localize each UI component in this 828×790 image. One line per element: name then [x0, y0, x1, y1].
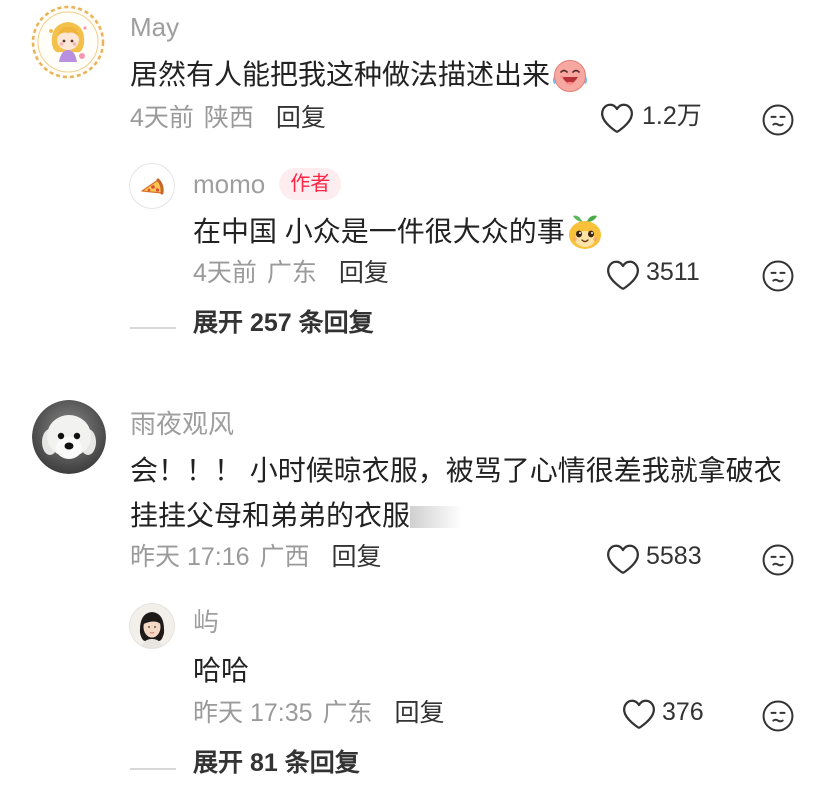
- cartoon-girl-avatar[interactable]: [30, 4, 106, 80]
- author-name[interactable]: May: [130, 12, 179, 42]
- heart-outline-icon[interactable]: [605, 542, 641, 576]
- comment-meta: 4天前 陕西 回复: [130, 103, 326, 133]
- heart-outline-icon[interactable]: [605, 258, 641, 292]
- author-name[interactable]: 屿: [193, 607, 219, 637]
- expand-replies-button[interactable]: 展开 257 条回复: [193, 308, 374, 338]
- heart-outline-icon[interactable]: [599, 101, 635, 135]
- thread-divider-line: [130, 327, 176, 329]
- text-fade-overlay: [410, 506, 463, 528]
- reply-location: 广东: [266, 259, 317, 287]
- like-count: 1.2万: [642, 102, 702, 130]
- reply-button[interactable]: 回复: [339, 258, 389, 288]
- thread-divider-line: [130, 768, 176, 770]
- reply-text-row: 在中国 小众是一件很大众的事: [193, 212, 604, 252]
- heart-outline-icon[interactable]: [621, 697, 657, 731]
- reply-time: 4天前: [193, 259, 257, 287]
- comment-text: 居然有人能把我这种做法描述出来: [130, 59, 551, 90]
- mango-face-emoji: [566, 213, 604, 251]
- author-name[interactable]: 雨夜观风: [130, 409, 234, 439]
- white-dog-avatar[interactable]: [32, 400, 106, 474]
- woman-portrait-avatar[interactable]: [129, 603, 175, 649]
- reply-meta: 4天前 广东 回复: [193, 258, 389, 288]
- neutral-face-icon[interactable]: [761, 699, 795, 733]
- like-count: 3511: [646, 258, 700, 286]
- crying-laughing-emoji: [551, 56, 589, 94]
- reply-location: 广东: [322, 699, 373, 727]
- like-count: 376: [662, 698, 704, 726]
- expand-replies-button[interactable]: 展开 81 条回复: [193, 748, 360, 778]
- reply-text-row: 哈哈: [193, 651, 249, 691]
- comment-section: May 居然有人能把我这种做法描述出来 4天前 陕西 回复 1.2万 momo …: [0, 0, 828, 790]
- reply-time: 昨天 17:35: [193, 699, 313, 727]
- author-badge: 作者: [279, 168, 342, 200]
- author-name[interactable]: momo: [193, 169, 265, 199]
- reply-meta: 昨天 17:35 广东 回复: [193, 698, 445, 728]
- comment-location: 陕西: [203, 104, 254, 132]
- reply-text: 在中国 小众是一件很大众的事: [193, 216, 565, 247]
- reply-button[interactable]: 回复: [395, 698, 445, 728]
- comment-meta: 昨天 17:16 广西 回复: [130, 542, 382, 572]
- comment-time: 昨天 17:16: [130, 543, 250, 571]
- neutral-face-icon[interactable]: [761, 259, 795, 293]
- comment-time: 4天前: [130, 104, 194, 132]
- neutral-face-icon[interactable]: [761, 543, 795, 577]
- comment-location: 广西: [259, 543, 310, 571]
- comment-text-row: 居然有人能把我这种做法描述出来: [130, 55, 589, 95]
- like-count: 5583: [646, 542, 702, 570]
- comment-text-block: 会！！！ 小时候晾衣服，被骂了心情很差我就拿破衣挂挂父母和弟弟的衣服: [130, 448, 796, 538]
- reply-button[interactable]: 回复: [276, 103, 326, 133]
- reply-author-row: momo 作者: [193, 167, 342, 201]
- reply-text: 哈哈: [193, 655, 250, 686]
- neutral-face-icon[interactable]: [761, 103, 795, 137]
- reply-button[interactable]: 回复: [332, 542, 382, 572]
- pizza-slice-avatar[interactable]: [129, 163, 175, 209]
